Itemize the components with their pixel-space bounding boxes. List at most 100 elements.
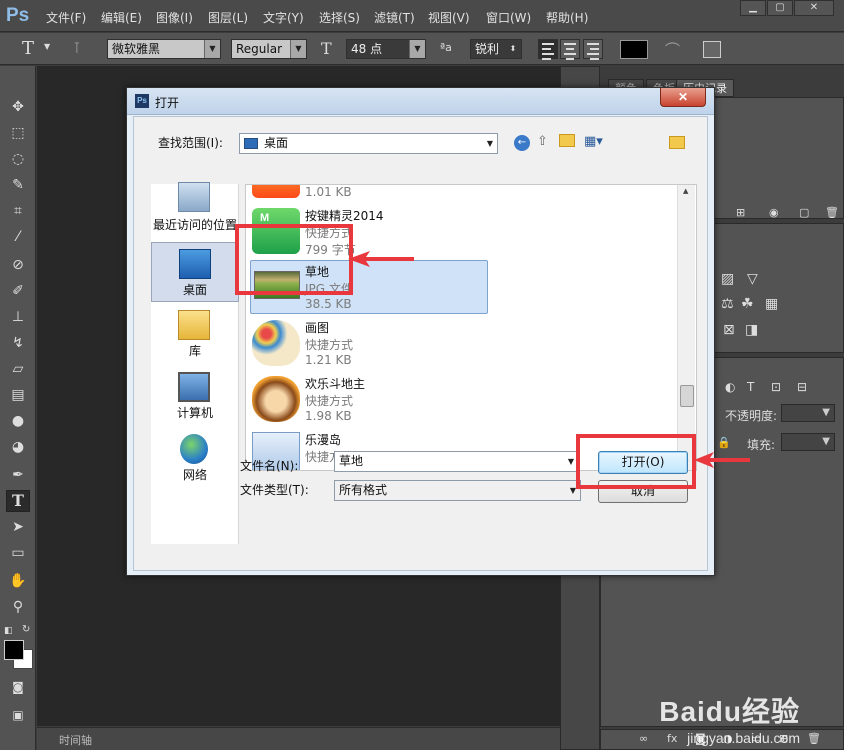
menu-filter[interactable]: 滤镜(T) bbox=[374, 9, 415, 26]
eyedropper-tool-icon[interactable]: ⁄ bbox=[6, 226, 30, 248]
place-desktop[interactable]: 桌面 bbox=[151, 242, 239, 302]
type-filter-icon[interactable]: T bbox=[747, 380, 754, 394]
back-icon[interactable]: ← bbox=[514, 135, 530, 151]
eraser-tool-icon[interactable]: ▱ bbox=[6, 358, 30, 380]
quick-mask-icon[interactable]: ◙ bbox=[6, 676, 30, 698]
fill-input[interactable]: ▼ bbox=[781, 433, 835, 451]
marquee-tool-icon[interactable]: ⬚ bbox=[6, 122, 30, 144]
channel-mixer-icon[interactable]: ☘ bbox=[741, 296, 754, 312]
quick-select-tool-icon[interactable]: ✎ bbox=[6, 174, 30, 196]
highlight-box-selected-file bbox=[235, 224, 353, 295]
align-center-button[interactable] bbox=[560, 39, 580, 60]
menu-layer[interactable]: 图层(L) bbox=[208, 9, 248, 26]
watermark-logo: Baidu经验 bbox=[659, 696, 800, 727]
default-colors-icon[interactable]: ◧ bbox=[4, 626, 13, 636]
crop-tool-icon[interactable]: ⌗ bbox=[6, 200, 30, 222]
blur-tool-icon[interactable]: ● bbox=[6, 410, 30, 432]
place-recent[interactable]: 最近访问的位置 bbox=[151, 176, 239, 236]
new-document-icon[interactable]: ▢ bbox=[799, 206, 809, 219]
place-libraries[interactable]: 库 bbox=[151, 306, 239, 366]
filetype-select[interactable]: 所有格式 ▼ bbox=[334, 480, 581, 501]
screen-mode-icon[interactable]: ▣ bbox=[6, 704, 30, 726]
type-tool-icon[interactable]: T bbox=[6, 490, 30, 512]
align-left-button[interactable] bbox=[538, 39, 558, 60]
history-brush-tool-icon[interactable]: ↯ bbox=[6, 332, 30, 354]
trash-icon[interactable]: 🗑 bbox=[825, 206, 839, 219]
type-tool-icon[interactable]: T bbox=[22, 38, 34, 59]
scroll-up-icon[interactable]: ▲ bbox=[683, 187, 688, 195]
path-select-tool-icon[interactable]: ➤ bbox=[6, 516, 30, 538]
list-item[interactable]: 画图 快捷方式 1.21 KB bbox=[246, 316, 696, 370]
menu-edit[interactable]: 编辑(E) bbox=[101, 9, 142, 26]
dialog-titlebar[interactable]: Ps 打开 ✕ bbox=[127, 88, 714, 115]
gradient-tool-icon[interactable]: ▤ bbox=[6, 384, 30, 406]
font-size-select[interactable]: 48 点 ▼ bbox=[346, 39, 426, 59]
place-computer[interactable]: 计算机 bbox=[151, 368, 239, 428]
zoom-tool-icon[interactable]: ⚲ bbox=[6, 596, 30, 618]
scrollbar-thumb[interactable] bbox=[680, 385, 694, 407]
view-menu-icon[interactable]: ▦▾ bbox=[584, 134, 603, 149]
foreground-color-swatch[interactable] bbox=[4, 640, 24, 660]
gradient-map-icon[interactable]: ▽ bbox=[747, 271, 758, 287]
smart-filter-icon[interactable]: ⊟ bbox=[797, 380, 807, 394]
dialog-close-button[interactable]: ✕ bbox=[660, 88, 706, 107]
dialog-folder-icon[interactable] bbox=[669, 136, 685, 149]
new-folder-icon[interactable] bbox=[559, 134, 575, 147]
place-network[interactable]: 网络 bbox=[151, 430, 239, 490]
brush-tool-icon[interactable]: ✐ bbox=[6, 280, 30, 302]
minimize-button[interactable]: ▁ bbox=[740, 0, 766, 16]
close-window-button[interactable]: ✕ bbox=[794, 0, 834, 16]
menu-view[interactable]: 视图(V) bbox=[428, 9, 470, 26]
character-panel-icon[interactable] bbox=[703, 41, 721, 58]
pen-tool-icon[interactable]: ✒ bbox=[6, 464, 30, 486]
chevron-down-icon: ▼ bbox=[409, 40, 425, 58]
antialias-select[interactable]: 锐利 ⬍ bbox=[470, 39, 522, 59]
orientation-toggle-icon[interactable]: ⊺ bbox=[73, 39, 81, 57]
align-right-button[interactable] bbox=[583, 39, 603, 60]
dodge-tool-icon[interactable]: ◕ bbox=[6, 436, 30, 458]
menu-file[interactable]: 文件(F) bbox=[46, 9, 86, 26]
levels-icon[interactable]: ▨ bbox=[721, 271, 734, 287]
menu-image[interactable]: 图像(I) bbox=[156, 9, 193, 26]
lasso-tool-icon[interactable]: ◌ bbox=[6, 148, 30, 170]
menu-type[interactable]: 文字(Y) bbox=[263, 9, 304, 26]
lookin-value: 桌面 bbox=[264, 136, 289, 150]
warp-text-icon[interactable]: ⌒ bbox=[665, 39, 680, 60]
hand-tool-icon[interactable]: ✋ bbox=[6, 570, 30, 592]
camera-icon[interactable]: ◉ bbox=[769, 206, 779, 219]
opacity-input[interactable]: ▼ bbox=[781, 404, 835, 422]
move-tool-icon[interactable]: ✥ bbox=[6, 96, 30, 118]
shape-filter-icon[interactable]: ⊡ bbox=[771, 380, 781, 394]
threshold-icon[interactable]: ◨ bbox=[745, 322, 758, 338]
lock-pixels-icon[interactable]: ◐ bbox=[725, 380, 735, 394]
list-item[interactable]: 1.01 KB bbox=[246, 185, 696, 202]
filetype-label: 文件类型(T): bbox=[240, 483, 309, 497]
up-folder-icon[interactable]: ⇧ bbox=[537, 134, 548, 149]
color-balance-icon[interactable]: ⚖ bbox=[721, 296, 734, 312]
list-item[interactable]: 欢乐斗地主 快捷方式 1.98 KB bbox=[246, 372, 696, 426]
swap-colors-icon[interactable]: ↻ bbox=[22, 624, 30, 635]
invert-icon[interactable]: ⊠ bbox=[723, 322, 735, 338]
color-lookup-icon[interactable]: ▦ bbox=[765, 296, 778, 312]
filename-input[interactable]: 草地 ▼ bbox=[334, 451, 579, 472]
file-size: 38.5 KB bbox=[305, 297, 352, 311]
trash-icon[interactable]: 🗑 bbox=[807, 732, 821, 745]
tool-preset-caret-icon[interactable]: ▼ bbox=[44, 42, 50, 51]
menu-help[interactable]: 帮助(H) bbox=[546, 9, 588, 26]
font-style-select[interactable]: Regular ▼ bbox=[231, 39, 307, 59]
timeline-tab[interactable]: 时间轴 bbox=[59, 732, 92, 748]
font-family-select[interactable]: 微软雅黑 ▼ bbox=[107, 39, 221, 59]
clone-stamp-tool-icon[interactable]: ⊥ bbox=[6, 306, 30, 328]
lookin-select[interactable]: 桌面 ▼ bbox=[239, 133, 498, 154]
new-snapshot-icon[interactable]: ⊞ bbox=[736, 206, 745, 219]
healing-brush-tool-icon[interactable]: ⊘ bbox=[6, 254, 30, 276]
link-layers-icon[interactable]: ∞ bbox=[639, 732, 648, 745]
restore-button[interactable]: ▢ bbox=[767, 0, 793, 16]
rectangle-tool-icon[interactable]: ▭ bbox=[6, 542, 30, 564]
file-list-scrollbar[interactable]: ▲ ▼ bbox=[677, 185, 695, 470]
place-label: 库 bbox=[188, 344, 201, 358]
menu-select[interactable]: 选择(S) bbox=[319, 9, 360, 26]
text-color-swatch[interactable] bbox=[620, 40, 648, 59]
menu-window[interactable]: 窗口(W) bbox=[486, 9, 531, 26]
file-name: 欢乐斗地主 bbox=[305, 377, 366, 391]
